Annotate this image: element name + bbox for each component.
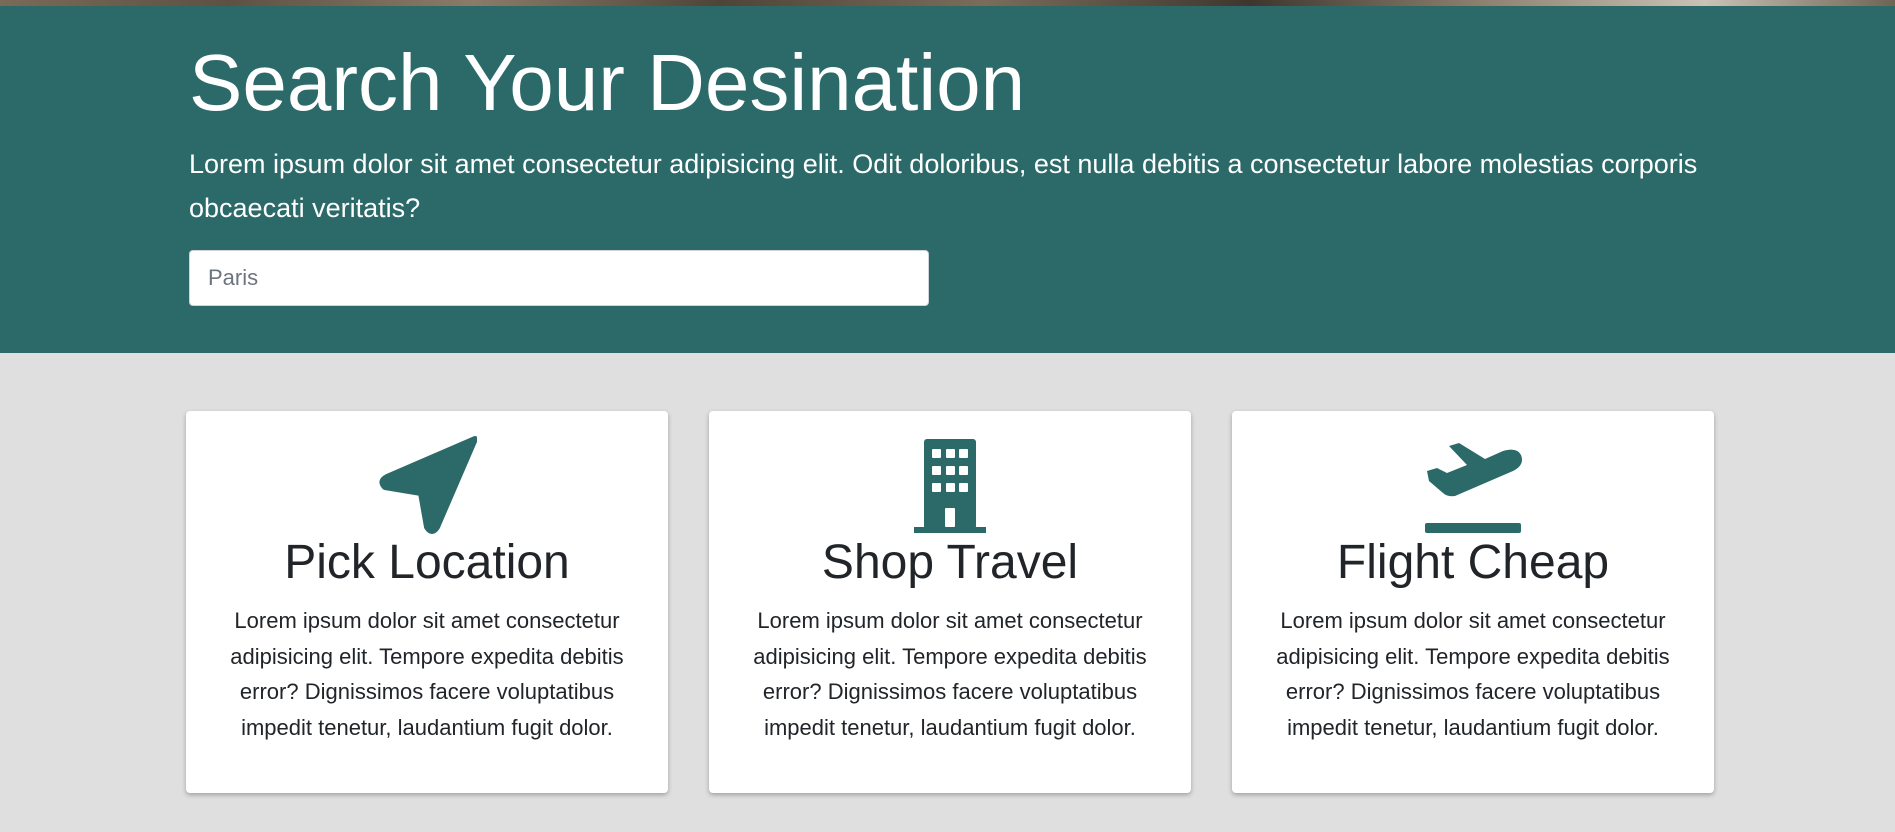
plane-departure-icon — [1423, 435, 1523, 535]
building-icon — [900, 435, 1000, 535]
card-title: Pick Location — [284, 536, 570, 589]
card-text: Lorem ipsum dolor sit amet consectetur a… — [230, 608, 624, 740]
card-title: Flight Cheap — [1336, 536, 1610, 589]
feature-card-shop-travel: Shop Travel Lorem ipsum dolor sit amet c… — [709, 411, 1191, 793]
card-text: Lorem ipsum dolor sit amet consectetur a… — [1276, 608, 1670, 740]
feature-card-pick-location: Pick Location Lorem ipsum dolor sit amet… — [186, 411, 668, 793]
card-text: Lorem ipsum dolor sit amet consectetur a… — [753, 608, 1147, 740]
destination-search-input[interactable] — [189, 250, 929, 306]
hero-description: Lorem ipsum dolor sit amet consectetur a… — [189, 149, 1698, 223]
search-hero: Search Your Desination Lorem ipsum dolor… — [0, 6, 1895, 353]
location-arrow-icon — [377, 435, 477, 535]
page-title: Search Your Desination — [189, 38, 1026, 127]
feature-card-flight-cheap: Flight Cheap Lorem ipsum dolor sit amet … — [1232, 411, 1714, 793]
card-title: Shop Travel — [821, 536, 1079, 589]
